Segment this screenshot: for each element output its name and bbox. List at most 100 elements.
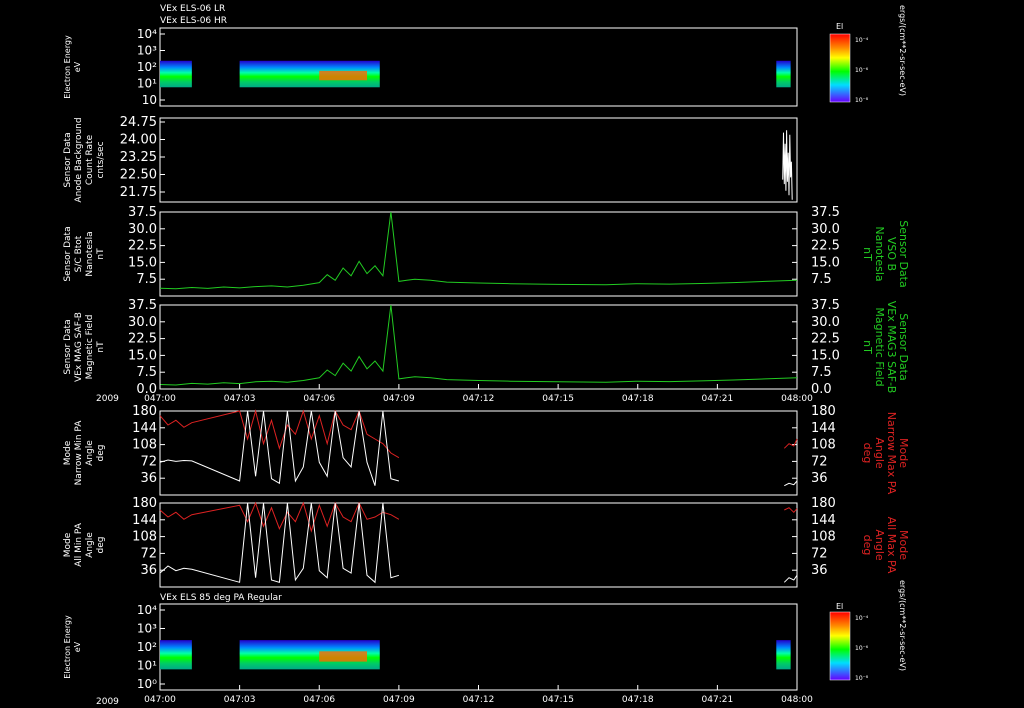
- panel-pa_all-ytick-right-label: 36: [811, 563, 828, 578]
- panel-bmag2-ytick-label: 37.5: [128, 298, 157, 313]
- time-axis-1-tick-label: 047:21: [702, 394, 734, 404]
- panel-spec1: 10⁴ 10³ 10² 10¹ 10 Electron Energy eV: [63, 27, 798, 107]
- time-axis-2-tick-label: 047:03: [224, 695, 256, 705]
- panel-spec2-ytick-label: 10¹: [137, 659, 157, 673]
- time-axis-1-tick-label: 048:00: [781, 394, 813, 404]
- panel-anode-ytick-label: 21.75: [120, 185, 157, 200]
- panel-bmag1: 37.5 37.530.0 30.022.5 22.515.0 15.07.5 7.5Se…: [63, 205, 910, 297]
- panel-pa_all-ytick-right-label: 180: [811, 496, 836, 511]
- panel-spec2-ytick-label: 10²: [137, 640, 157, 654]
- panel-bmag1-ytick-right-label: 7.5: [811, 272, 832, 287]
- time-axis-2-tick-label: 047:18: [622, 695, 654, 705]
- panel-pa_narrow-ytick-right-label: 36: [811, 471, 828, 486]
- panel-spec2-spectrogram-block: [776, 640, 791, 670]
- panel-anode-ylabel: Anode Background: [74, 117, 84, 202]
- panel-anode-ytick-label: 22.50: [120, 168, 157, 183]
- panel-pa_all-ytick-right-label: 72: [811, 546, 828, 561]
- panel-pa_narrow-ytick-right-label: 144: [811, 421, 836, 436]
- panel-pa_narrow-ytick-right-label: 108: [811, 438, 836, 453]
- panel-anode-ytick-label: 24.75: [120, 115, 157, 130]
- panel-pa_narrow: 180 180144 144108 10872 7236 36Mode Narrow Min…: [63, 404, 910, 496]
- panel-pa_narrow-ytick-right-label: 180: [811, 404, 836, 419]
- panel-anode-ytick-label: 24.00: [120, 133, 157, 148]
- colorbar-1-tick-high: 10⁻⁴: [855, 37, 869, 44]
- panel-pa_all-ylabel: Mode: [63, 532, 73, 557]
- panel-bmag1-ylabel: S/C Btot: [74, 235, 84, 272]
- time-axis-1-tick-label: 047:15: [542, 394, 574, 404]
- panel-bmag1-ytick-label: 7.5: [136, 272, 157, 287]
- panel-bmag1-series-line: [159, 211, 798, 290]
- colorbar-1: El 10⁻⁴ 10⁻⁶ 10⁻⁸ ergs/(cm**2-sr-sec-eV): [829, 5, 907, 104]
- panel-pa_all-series-line: [159, 502, 400, 584]
- time-axis-year-1: 2009: [96, 394, 119, 404]
- panel-anode-ylabel: cnts/sec: [96, 141, 106, 178]
- panel-bmag2-ylabel: VEx MAG SAF-B: [74, 312, 84, 382]
- panel-pa_narrow-ytick-label: 36: [140, 471, 157, 486]
- time-axis-1-tick-label: 047:18: [622, 394, 654, 404]
- colorbar-1-tick-low: 10⁻⁸: [855, 97, 869, 104]
- panel-pa_all-ylabel: All Min PA: [74, 522, 84, 567]
- panel-bmag2-ytick-right-label: 37.5: [811, 298, 840, 313]
- panel-spec1-ylabel: Electron Energy: [63, 35, 72, 99]
- panel-spec1-spectrogram-block: [160, 60, 192, 88]
- panel-bmag1-ytick-right-label: 22.5: [811, 239, 840, 254]
- panel-pa_all-ytick-right-label: 144: [811, 513, 836, 528]
- panel-pa_all-ytick-label: 36: [140, 563, 157, 578]
- colorbar-2-unit: ergs/(cm**2-sr-sec-eV): [898, 580, 907, 671]
- panel-bmag1-right-label: nT: [861, 247, 874, 261]
- colorbar-2-tick-high: 10⁻⁴: [855, 615, 869, 622]
- panel-spec1-ytick-label: 10³: [137, 44, 157, 58]
- time-axis-2-tick-label: 048:00: [781, 695, 813, 705]
- time-axis-1-tick-label: 047:00: [144, 394, 176, 404]
- panel-spec2: 10⁴ 10³ 10² 10¹ 10⁰ Electron Energy eV VEx ELS …: [63, 593, 798, 691]
- panel-bmag2-series-line: [159, 304, 798, 386]
- panel-spec1-ylabel: eV: [73, 61, 82, 72]
- panel-bmag1-ytick-right-label: 15.0: [811, 255, 840, 270]
- panel-bmag2-ytick-label: 22.5: [128, 332, 157, 347]
- panel-pa_narrow-series-line: [783, 438, 798, 449]
- panel-spec1-ytick-label: 10: [142, 93, 157, 107]
- panel-anode-ylabel: Count Rate: [85, 134, 95, 185]
- header-line-2: VEx ELS-06 HR: [160, 16, 227, 26]
- panel-spec1-spectrogram-hot: [319, 70, 368, 81]
- panel-anode: 24.75 24.00 23.25 22.50 21.75 Sensor Data Anod…: [63, 115, 798, 203]
- panel-bmag2-ytick-right-label: 7.5: [811, 365, 832, 380]
- panel-bmag1-ytick-right-label: 37.5: [811, 205, 840, 220]
- panel-spec2-ytick-label: 10³: [137, 622, 157, 636]
- panel-bmag1-ytick-label: 30.0: [128, 222, 157, 237]
- colorbar-2-tick-low: 10⁻⁸: [855, 675, 869, 682]
- colorbar-2-title: El: [836, 602, 843, 611]
- panel-spec2-ytick-label: 10⁴: [137, 603, 157, 617]
- panel-bmag2: 37.5 37.530.0 30.022.5 22.515.0 15.07.5 7.50.…: [63, 298, 910, 397]
- panel-bmag1-ytick-label: 22.5: [128, 239, 157, 254]
- panel-pa_all-ytick-right-label: 108: [811, 530, 836, 545]
- panel-spec1-ytick-label: 10²: [137, 60, 157, 74]
- panel-pa_all-series-line: [159, 501, 400, 533]
- time-axis-1-tick-label: 047:06: [303, 394, 335, 404]
- panel-pa_all-ytick-label: 180: [132, 496, 157, 511]
- panel-spec2-ylabel: Electron Energy: [63, 615, 72, 679]
- panel-bmag2-ylabel: nT: [96, 341, 106, 353]
- panel-bmag2-ytick-label: 7.5: [136, 365, 157, 380]
- panel-bmag2-ytick-right-label: 15.0: [811, 348, 840, 363]
- panel-spec1-ytick-label: 10¹: [137, 77, 157, 91]
- time-axis-1-tick-label: 047:03: [224, 394, 256, 404]
- panel-pa_narrow-ytick-label: 144: [132, 421, 157, 436]
- panel-spec1-ytick-label: 10⁴: [137, 27, 157, 41]
- panel-pa_all-ylabel: deg: [96, 537, 106, 554]
- panel-pa_all-ytick-label: 144: [132, 513, 157, 528]
- panel-pa_all: 180 180144 144108 10872 7236 36Mode All Min PA…: [63, 496, 910, 588]
- time-axis-2-tick-label: 047:21: [702, 695, 734, 705]
- panel-spec2-ylabel: eV: [73, 641, 82, 652]
- panel-bmag2-ytick-right-label: 30.0: [811, 315, 840, 330]
- panel-bmag1-ytick-label: 15.0: [128, 255, 157, 270]
- panel-bmag2-ytick-right-label: 0.0: [811, 382, 832, 397]
- panel-pa_all-series-line: [783, 575, 798, 583]
- time-axis-2-tick-label: 047:15: [542, 695, 574, 705]
- panel-pa_narrow-ytick-label: 72: [140, 454, 157, 469]
- panels: 10⁴10³10²10¹10Electron Energy eV24.7524.0…: [63, 27, 910, 705]
- colorbar-1-title: El: [836, 22, 843, 31]
- panel-pa_all-right-label: deg: [861, 535, 874, 556]
- colorbar-2: El 10⁻⁴ 10⁻⁶ 10⁻⁸ ergs/(cm**2-sr-sec-eV): [829, 580, 907, 682]
- panel-bmag2-right-label: nT: [861, 340, 874, 354]
